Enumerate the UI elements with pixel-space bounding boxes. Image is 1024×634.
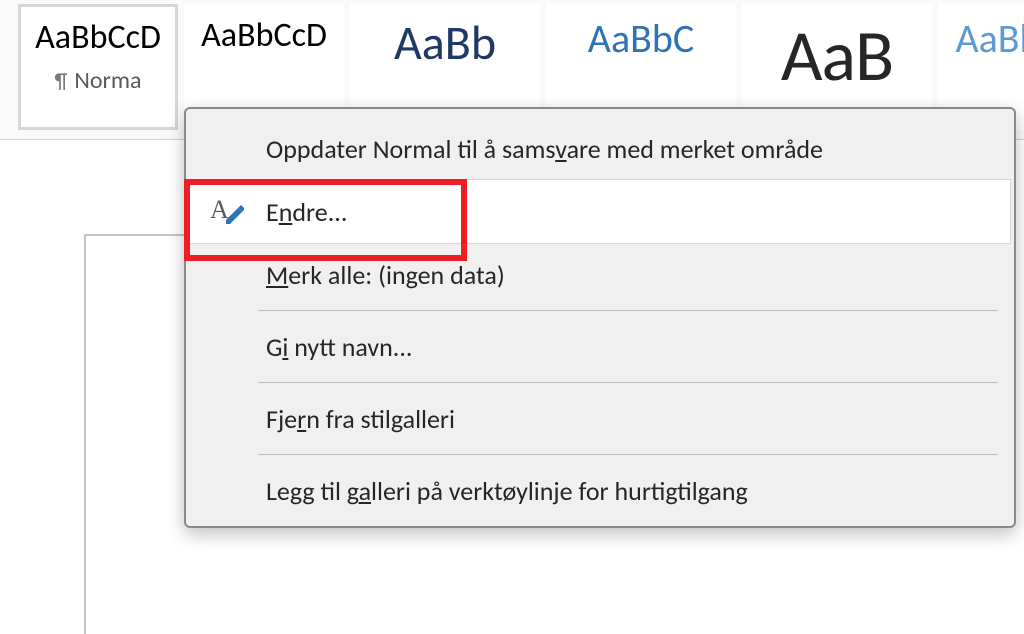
style-preview-text: AaBbCcD [185, 17, 343, 54]
menu-select-all[interactable]: Merk alle: (ingen data) [190, 243, 1010, 306]
menu-separator [258, 310, 998, 311]
menu-separator [258, 454, 998, 455]
menu-rename[interactable]: Gi nytt navn... [190, 315, 1010, 378]
menu-label: Legg til galleri på verktøylinje for hur… [266, 475, 748, 507]
style-label: ¶ Norma [54, 66, 141, 95]
style-preview-text: AaBbC [547, 17, 735, 61]
menu-separator [258, 382, 998, 383]
menu-update-to-match[interactable]: Oppdater Normal til å samsvare med merke… [190, 117, 1010, 180]
style-preview-text: AaBb [351, 17, 539, 70]
menu-modify[interactable]: A Endre... [190, 180, 1010, 243]
menu-label: Endre... [266, 196, 347, 228]
style-preview-text: AaB [743, 17, 931, 96]
menu-label: Merk alle: (ingen data) [266, 259, 505, 291]
style-normal[interactable]: AaBbCcD ¶ Norma [18, 4, 178, 130]
svg-text:A: A [210, 195, 229, 224]
menu-add-to-qat[interactable]: Legg til galleri på verktøylinje for hur… [190, 459, 1010, 522]
menu-label: Fjern fra stilgalleri [266, 403, 455, 435]
menu-label: Oppdater Normal til å samsvare med merke… [266, 133, 823, 165]
menu-label: Gi nytt navn... [266, 331, 412, 363]
pilcrow-icon: ¶ [54, 67, 67, 94]
style-context-menu: Oppdater Normal til å samsvare med merke… [184, 107, 1016, 528]
edit-style-icon: A [208, 194, 244, 230]
style-preview-text: AaBbCcD [21, 19, 175, 56]
menu-remove-from-gallery[interactable]: Fjern fra stilgalleri [190, 387, 1010, 450]
style-preview-text: AaBb [939, 17, 1024, 61]
